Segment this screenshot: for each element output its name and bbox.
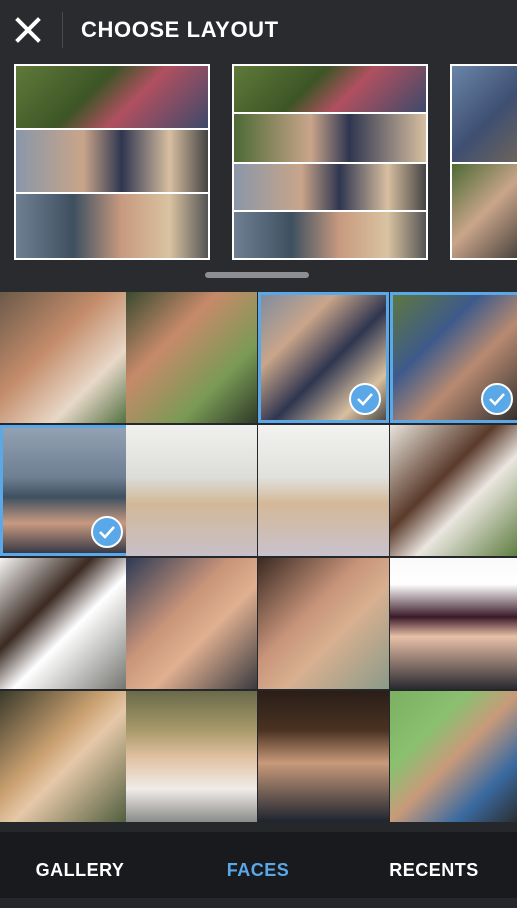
layout-cell (234, 212, 426, 258)
photo-tile[interactable] (0, 558, 131, 689)
page-title: CHOOSE LAYOUT (81, 17, 279, 42)
tab-faces[interactable]: FACES (196, 832, 320, 898)
photo-tile-selected[interactable] (390, 292, 517, 423)
photo-tile[interactable] (390, 558, 517, 689)
close-icon (15, 17, 41, 43)
photo-tile[interactable] (390, 425, 517, 556)
scroll-indicator[interactable] (205, 272, 309, 278)
photo-tile[interactable] (258, 425, 389, 556)
layout-carousel[interactable] (0, 64, 517, 260)
photo-tile[interactable] (0, 691, 131, 822)
layout-cell (234, 164, 426, 210)
photo-tile[interactable] (126, 691, 257, 822)
photo-tile[interactable] (258, 558, 389, 689)
check-icon (349, 383, 381, 415)
check-icon (91, 516, 123, 548)
photo-tile-selected[interactable] (0, 425, 131, 556)
photo-tile[interactable] (126, 558, 257, 689)
photo-tile[interactable] (258, 691, 389, 822)
tab-recents[interactable]: RECENTS (370, 832, 498, 898)
photo-tile[interactable] (390, 691, 517, 822)
tab-gallery[interactable]: GALLERY (18, 832, 142, 898)
layout-cell (16, 194, 208, 258)
layout-picker-area: CHOOSE LAYOUT (0, 0, 517, 292)
topbar-divider (62, 12, 63, 48)
photo-tile-selected[interactable] (258, 292, 389, 423)
top-bar: CHOOSE LAYOUT (0, 0, 517, 60)
layout-cell (234, 66, 426, 112)
photo-tile[interactable] (126, 425, 257, 556)
close-button[interactable] (10, 12, 46, 48)
check-icon (481, 383, 513, 415)
layout-cell (234, 114, 426, 162)
layout-cell (452, 66, 517, 162)
layout-four-rows[interactable] (232, 64, 428, 260)
photo-tile[interactable] (0, 292, 131, 423)
layout-cell (452, 164, 517, 258)
bottom-tab-bar: GALLERY FACES RECENTS (0, 832, 517, 898)
layout-partial[interactable] (450, 64, 517, 260)
photo-tile[interactable] (126, 292, 257, 423)
layout-cell (16, 130, 208, 192)
photo-grid (0, 292, 517, 832)
layout-three-rows[interactable] (14, 64, 210, 260)
layout-cell (16, 66, 208, 128)
